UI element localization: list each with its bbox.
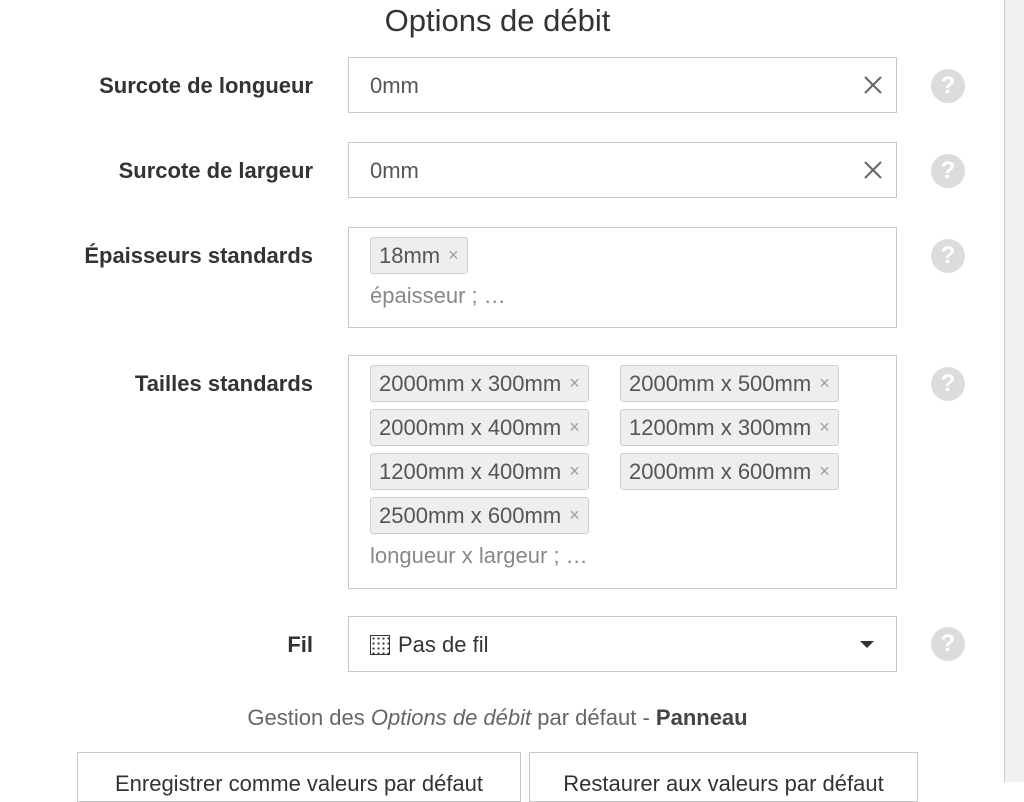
help-icon[interactable]: ? <box>931 627 965 661</box>
tag-label: 2000mm x 500mm <box>629 370 812 396</box>
grain-value-label: Pas de fil <box>398 632 489 657</box>
tag-label: 2000mm x 300mm <box>379 370 562 396</box>
tag-label: 2000mm x 400mm <box>379 414 562 440</box>
tag-label: 1200mm x 400mm <box>379 458 562 484</box>
manage-bold: Panneau <box>655 705 748 730</box>
width-margin-label: Surcote de largeur <box>118 158 313 183</box>
manage-prefix: Gestion des <box>247 705 365 730</box>
clear-icon[interactable] <box>860 72 886 98</box>
size-tag: 2000mm x 500mm × <box>620 365 839 402</box>
tag-remove-icon[interactable]: × <box>569 373 580 394</box>
sizes-placeholder[interactable]: longueur x largeur ; … <box>370 543 896 569</box>
sizes-tag-input[interactable]: 2000mm x 300mm × 2000mm x 500mm × 2000mm x… <box>348 355 897 589</box>
thicknesses-tag-input[interactable]: 18mm × épaisseur ; … <box>348 227 897 328</box>
length-margin-label: Surcote de longueur <box>99 73 313 98</box>
tag-remove-icon[interactable]: × <box>819 373 830 394</box>
help-icon[interactable]: ? <box>931 367 965 401</box>
page-title: Options de débit <box>384 3 611 38</box>
length-margin-input[interactable]: 0mm <box>348 57 897 113</box>
size-tag: 2500mm x 600mm × <box>370 497 589 534</box>
sizes-label: Tailles standards <box>134 371 313 396</box>
grain-value[interactable]: Pas de fil <box>370 632 489 658</box>
manage-emphasis: Options de débit <box>370 705 532 730</box>
size-tag: 1200mm x 400mm × <box>370 453 589 490</box>
size-tag: 2000mm x 300mm × <box>370 365 589 402</box>
tag-label: 2000mm x 600mm <box>629 458 812 484</box>
length-margin-value[interactable]: 0mm <box>370 73 419 99</box>
size-tag: 1200mm x 300mm × <box>620 409 839 446</box>
tag-remove-icon[interactable]: × <box>569 417 580 438</box>
width-margin-value[interactable]: 0mm <box>370 158 419 184</box>
grain-select[interactable]: Pas de fil <box>348 616 897 672</box>
size-tag: 2000mm x 600mm × <box>620 453 839 490</box>
size-tag: 2000mm x 400mm × <box>370 409 589 446</box>
tag-remove-icon[interactable]: × <box>569 505 580 526</box>
thicknesses-placeholder[interactable]: épaisseur ; … <box>370 283 896 309</box>
tag-remove-icon[interactable]: × <box>819 461 830 482</box>
window-edge <box>1004 0 1024 782</box>
defaults-management-text: Gestion des Options de débit par défaut … <box>0 705 995 731</box>
width-margin-input[interactable]: 0mm <box>348 142 897 198</box>
thicknesses-label: Épaisseurs standards <box>84 243 313 268</box>
tag-label: 2500mm x 600mm <box>379 502 562 528</box>
help-icon[interactable]: ? <box>931 69 965 103</box>
help-icon[interactable]: ? <box>931 154 965 188</box>
manage-middle: par défaut - <box>537 705 650 730</box>
clear-icon[interactable] <box>860 157 886 183</box>
tag-label: 1200mm x 300mm <box>629 414 812 440</box>
tag-remove-icon[interactable]: × <box>569 461 580 482</box>
no-grain-icon <box>370 635 390 655</box>
tag-label: 18mm <box>379 242 441 268</box>
caret-down-icon[interactable] <box>860 641 874 648</box>
tag-remove-icon[interactable]: × <box>819 417 830 438</box>
tag-remove-icon[interactable]: × <box>448 245 459 266</box>
thickness-tag: 18mm × <box>370 237 468 274</box>
save-defaults-button[interactable]: Enregistrer comme valeurs par défaut <box>77 752 521 802</box>
help-icon[interactable]: ? <box>931 239 965 273</box>
restore-defaults-button[interactable]: Restaurer aux valeurs par défaut <box>529 752 918 802</box>
grain-label: Fil <box>287 632 313 657</box>
